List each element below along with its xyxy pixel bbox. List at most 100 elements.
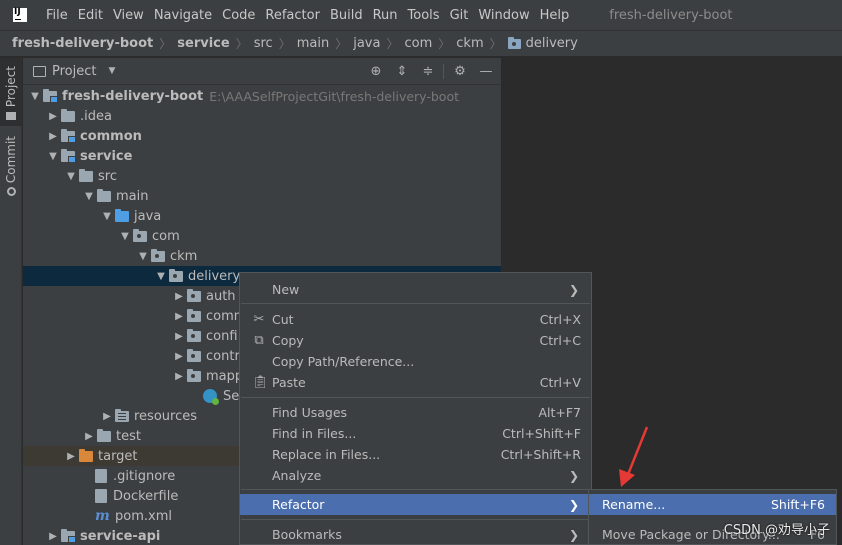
breadcrumb-item-com[interactable]: com xyxy=(404,36,432,51)
chevron-down-icon[interactable]: ▼ xyxy=(153,271,169,282)
chevron-right-icon[interactable]: ▶ xyxy=(99,411,115,422)
breadcrumb-item-main[interactable]: main xyxy=(297,36,329,51)
tree-row-java[interactable]: ▼ java xyxy=(23,206,501,226)
breadcrumb-item-project[interactable]: fresh-delivery-boot xyxy=(12,36,153,51)
menu-window[interactable]: Window xyxy=(473,8,534,23)
folder-icon xyxy=(6,112,16,121)
chevron-down-icon[interactable]: ▼ xyxy=(63,171,79,182)
chevron-right-icon[interactable]: ▶ xyxy=(171,371,187,382)
tree-label: src xyxy=(98,168,117,184)
menu-item-label: Find in Files... xyxy=(272,426,357,441)
collapse-all-icon[interactable]: ≑ xyxy=(421,65,435,79)
minimize-icon[interactable]: — xyxy=(479,65,493,79)
tree-row-com[interactable]: ▼ com xyxy=(23,226,501,246)
project-path: E:\AAASelfProjectGit\fresh-delivery-boot xyxy=(209,88,459,104)
chevron-down-icon[interactable]: ▼ xyxy=(117,231,133,242)
breadcrumb-item-delivery[interactable]: delivery xyxy=(526,36,578,51)
chevron-right-icon[interactable]: ▶ xyxy=(171,311,187,322)
breadcrumb-item-src[interactable]: src xyxy=(254,36,273,51)
menu-edit[interactable]: Edit xyxy=(73,8,108,23)
chevron-right-icon[interactable]: ▶ xyxy=(171,331,187,342)
chevron-right-icon[interactable]: ▶ xyxy=(45,131,61,142)
package-folder-icon xyxy=(187,348,201,362)
menu-navigate[interactable]: Navigate xyxy=(149,8,217,23)
chevron-down-icon[interactable]: ▼ xyxy=(81,191,97,202)
menu-view[interactable]: View xyxy=(108,8,149,23)
commit-tab-label: Commit xyxy=(4,136,18,184)
chevron-right-icon[interactable]: ▶ xyxy=(171,351,187,362)
breadcrumb-item-java[interactable]: java xyxy=(353,36,380,51)
chevron-down-icon[interactable]: ▼ xyxy=(135,251,151,262)
menu-item-shortcut: Ctrl+Shift+R xyxy=(500,447,581,462)
chevron-right-icon[interactable]: ▶ xyxy=(45,111,61,122)
tree-label: common xyxy=(80,128,142,144)
chevron-down-icon[interactable]: ▼ xyxy=(45,151,61,162)
menu-item-copy[interactable]: ⧉ Copy Ctrl+C xyxy=(240,330,591,351)
tree-label: service xyxy=(80,148,133,164)
menu-item-label: Replace in Files... xyxy=(272,447,381,462)
intellij-logo-icon xyxy=(13,7,27,22)
module-folder-icon xyxy=(61,528,76,543)
breadcrumb: fresh-delivery-boot 〉 service 〉 src 〉 ma… xyxy=(0,30,842,57)
copy-icon: ⧉ xyxy=(254,332,264,348)
menu-item-analyze[interactable]: Analyze ❯ xyxy=(240,465,591,486)
tree-row-service[interactable]: ▼ service xyxy=(23,146,501,166)
menu-item-cut[interactable]: ✂ Cut Ctrl+X xyxy=(240,309,591,330)
chevron-right-icon[interactable]: ▶ xyxy=(81,431,97,442)
menu-tools[interactable]: Tools xyxy=(403,8,445,23)
tree-row-idea[interactable]: ▶ .idea xyxy=(23,106,501,126)
tree-label: delivery xyxy=(188,268,241,284)
chevron-right-icon: 〉 xyxy=(438,37,451,51)
menu-refactor[interactable]: Refactor xyxy=(260,8,325,23)
chevron-right-icon[interactable]: ▶ xyxy=(171,291,187,302)
menu-item-new[interactable]: New ❯ xyxy=(240,279,591,300)
menu-help[interactable]: Help xyxy=(535,8,575,23)
project-panel-title[interactable]: Project xyxy=(52,64,96,79)
menu-item-copy-path[interactable]: Copy Path/Reference... xyxy=(240,351,591,372)
breadcrumb-item-ckm[interactable]: ckm xyxy=(456,36,483,51)
menu-file[interactable]: File xyxy=(41,8,73,23)
tree-row-root[interactable]: ▼ fresh-delivery-boot E:\AAASelfProjectG… xyxy=(23,86,501,106)
chevron-right-icon: 〉 xyxy=(386,37,399,51)
chevron-right-icon[interactable]: ▶ xyxy=(45,531,61,542)
gear-icon[interactable]: ⚙ xyxy=(453,65,467,79)
menu-item-find-in-files[interactable]: Find in Files... Ctrl+Shift+F xyxy=(240,423,591,444)
menu-item-rename[interactable]: Rename... Shift+F6 xyxy=(589,494,836,515)
locate-file-icon[interactable]: ⊕ xyxy=(369,65,383,79)
menu-item-paste[interactable]: 📋︎ Paste Ctrl+V xyxy=(240,372,591,393)
menu-item-replace-in-files[interactable]: Replace in Files... Ctrl+Shift+R xyxy=(240,444,591,465)
tree-row-common[interactable]: ▶ common xyxy=(23,126,501,146)
menu-item-refactor[interactable]: Refactor ❯ xyxy=(240,494,591,515)
menu-run[interactable]: Run xyxy=(368,8,403,23)
menu-item-find-usages[interactable]: Find Usages Alt+F7 xyxy=(240,402,591,423)
chevron-down-icon[interactable]: ▼ xyxy=(27,91,43,102)
dropdown-arrow-icon[interactable]: ▼ xyxy=(108,66,115,76)
tree-row-ckm[interactable]: ▼ ckm xyxy=(23,246,501,266)
chevron-right-icon[interactable]: ▶ xyxy=(63,451,79,462)
breadcrumb-item-service[interactable]: service xyxy=(177,36,229,51)
tree-label: service-api xyxy=(80,528,161,544)
clipboard-icon: 📋︎ xyxy=(252,374,269,390)
chevron-down-icon[interactable]: ▼ xyxy=(99,211,115,222)
menu-git[interactable]: Git xyxy=(445,8,474,23)
folder-icon xyxy=(97,188,111,202)
menu-item-bookmarks[interactable]: Bookmarks ❯ xyxy=(240,524,591,545)
tree-label: .idea xyxy=(80,108,112,124)
project-tool-tab[interactable]: Project xyxy=(0,58,22,126)
expand-all-icon[interactable]: ⇕ xyxy=(395,65,409,79)
menu-build[interactable]: Build xyxy=(325,8,368,23)
scissors-icon: ✂ xyxy=(253,311,265,327)
tree-row-src[interactable]: ▼ src xyxy=(23,166,501,186)
tree-label: java xyxy=(134,208,162,224)
commit-tool-tab[interactable]: Commit xyxy=(0,136,22,206)
submenu-arrow-icon: ❯ xyxy=(568,468,579,483)
chevron-right-icon: 〉 xyxy=(278,37,291,51)
module-folder-icon xyxy=(61,128,76,143)
project-panel-header: Project ▼ ⊕ ⇕ ≑ ⚙ — xyxy=(23,58,501,85)
tree-row-main[interactable]: ▼ main xyxy=(23,186,501,206)
package-folder-icon xyxy=(507,36,521,49)
folder-icon xyxy=(97,428,111,442)
package-folder-icon xyxy=(169,268,183,282)
package-folder-icon xyxy=(187,288,201,302)
menu-code[interactable]: Code xyxy=(217,8,260,23)
